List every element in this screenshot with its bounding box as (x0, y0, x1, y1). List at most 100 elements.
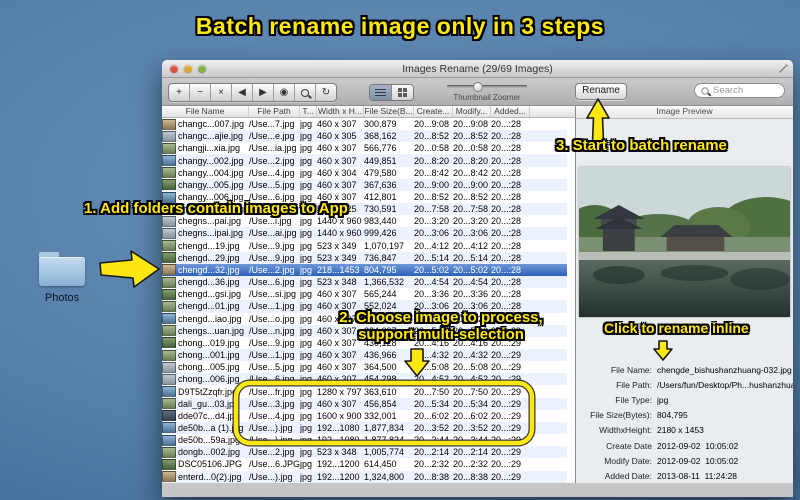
column-header[interactable]: T... (300, 106, 317, 117)
table-row[interactable]: chong...001.jpg/Use...1.jpg jpg 460 x 307 4… (162, 348, 567, 362)
column-header[interactable]: Create... (414, 106, 453, 117)
cell-added: 20...:29 (491, 386, 522, 397)
info-row[interactable]: File Type: jpg (576, 392, 793, 407)
cell-added: 20...:28 (491, 192, 522, 203)
info-row[interactable]: WidthxHeight: 2180 x 1453 (576, 423, 793, 438)
table-row[interactable]: chegns...pai.jpg/Use...i.jpg jpg 1440 x 96… (162, 215, 567, 227)
table-row[interactable]: chengd...29.jpg/Use...9.jpg jpg 523 x 349 7… (162, 251, 567, 264)
cell-type: jpg (300, 228, 313, 239)
zoomer-slider-track[interactable] (447, 81, 527, 92)
cell-added: 20...:29 (491, 398, 522, 409)
rename-button[interactable]: Rename (575, 83, 627, 100)
info-row[interactable]: Create Date 2012-09-02 10:05:02 (576, 438, 793, 453)
forward-button[interactable]: ▶ (253, 84, 274, 101)
info-row[interactable]: Modify Date: 2012-09-02 10:05:02 (576, 453, 793, 468)
cell-modify: 20...3:20 (453, 216, 489, 227)
cell-path: /Use...ia.jpg (249, 143, 297, 154)
grid-view-button[interactable] (391, 85, 413, 100)
table-row[interactable]: chengd...19.jpg/Use...9.jpg jpg 523 x 349 1… (162, 240, 567, 252)
list-view-button[interactable] (370, 85, 391, 100)
resize-icon[interactable] (779, 64, 788, 73)
cell-modify: 20...2:32 (453, 459, 489, 470)
cell-name: DSC05106.JPG (178, 459, 243, 470)
table-row[interactable]: D9T5tZzqfr.jpg/Use...fr.jpg jpg 1280 x 797… (162, 385, 567, 398)
info-row[interactable]: Added Date: 2013-08-11 11:24:28 (576, 468, 793, 483)
info-row[interactable]: File Path: /Users/fun/Desktop/Ph...hushan… (576, 377, 793, 392)
cell-path: /Use...6.jpg (249, 277, 295, 288)
cell-type: jpg (300, 240, 313, 251)
table-row[interactable]: chong...006.jpg/Use...6.jpg jpg 460 x 307 4… (162, 373, 567, 386)
cell-type: jpg (300, 289, 313, 300)
table-row[interactable]: changc...ajie.jpg/Use...e.jpg jpg 460 x 30… (162, 130, 567, 143)
photos-folder[interactable]: Photos (36, 252, 88, 304)
table-row[interactable]: chegns...ipai.jpg/Use...ai.jpg jpg 1440 x … (162, 227, 567, 240)
cell-path: /Use...ai.jpg (249, 228, 297, 239)
cell-path: /Use...2.jpg (249, 155, 295, 166)
table-row[interactable]: chengd...gsi.jpg/Use...si.jpg jpg 460 x 30… (162, 288, 567, 300)
info-row[interactable]: File Size(Bytes): 804,795 (576, 408, 793, 423)
table-row[interactable]: chong...005.jpg/Use...5.jpg jpg 460 x 307 3… (162, 361, 567, 373)
cell-modify: 20...6:02 (453, 410, 489, 421)
search-tool-button[interactable] (295, 84, 316, 101)
table-row[interactable]: de50b...a (1).jpg/Use...).jpg jpg 192...10… (162, 421, 567, 435)
main-content: File Name File Path T... Width x H... File S… (162, 106, 793, 483)
table-row[interactable]: de50b...59a.jpg/Use...).jpg jpg 192...1080… (162, 434, 567, 446)
table-row[interactable]: changy...005.jpg/Use...5.jpg jpg 460 x 307… (162, 178, 567, 191)
cell-path: /Use...5.jpg (249, 362, 295, 373)
remove-button[interactable]: − (190, 84, 211, 101)
thumbnail (162, 264, 176, 276)
add-button[interactable]: + (169, 84, 190, 101)
table-row[interactable]: enterd...0(2).jpg/Use...).jpg jpg 192...12… (162, 470, 567, 483)
table-row[interactable]: dali_gu...03.jpg/Use...3.jpg jpg 460 x 307… (162, 397, 567, 410)
table-row[interactable]: changji...xia.jpg/Use...ia.jpg jpg 460 x 3… (162, 142, 567, 154)
cell-added: 20...:28 (491, 179, 522, 190)
column-header[interactable]: File Name (162, 106, 249, 117)
cell-modify: 20...7:58 (453, 204, 489, 215)
column-header[interactable]: Modify... (453, 106, 491, 117)
back-button[interactable]: ◀ (232, 84, 253, 101)
cell-size: 736,847 (364, 252, 397, 263)
column-header[interactable]: File Size(B... (364, 106, 414, 117)
step2-annotation: 2. Choose image to process, support mult… (339, 309, 543, 343)
cell-size: 566,776 (364, 143, 397, 154)
zoomer-slider-thumb[interactable] (473, 81, 483, 92)
table-row[interactable]: DSC05106.JPG/Use...6.JPG jpg 192...1200 614… (162, 458, 567, 470)
cell-type: jpg (300, 362, 313, 373)
cell-modify: 20...2:14 (453, 447, 489, 458)
cell-create: 20...6:02 (414, 410, 450, 421)
cell-name: de50b...a (1).jpg (178, 422, 244, 433)
cell-size: 454,298 (364, 374, 397, 385)
search-field[interactable]: Search (694, 83, 785, 98)
cell-dims: 192...1200 (317, 471, 360, 482)
table-row[interactable]: changy...002.jpg/Use...2.jpg jpg 460 x 307… (162, 154, 567, 167)
delete-button[interactable]: × (211, 84, 232, 101)
table-row[interactable]: dongb...002.jpg/Use...2.jpg jpg 523 x 348 1… (162, 446, 567, 459)
info-label: File Size(Bytes): (590, 410, 652, 421)
refresh-button[interactable]: ↻ (316, 84, 336, 101)
thumbnail (162, 434, 176, 446)
cell-type: jpg (300, 277, 313, 288)
cell-create: 20...5:02 (414, 264, 450, 275)
info-row[interactable]: File Name: chengde_bishushanzhuang-032.jp… (576, 362, 793, 377)
column-header[interactable]: Width x H... (317, 106, 364, 117)
table-row[interactable]: dde07c...d4.jpg/Use...4.jpg jpg 1600 x 900… (162, 410, 567, 422)
table-row[interactable]: chengd...36.jpg/Use...6.jpg jpg 523 x 348 1… (162, 276, 567, 289)
table-row[interactable]: chengd...32.jpg/Use...2.jpg jpg 218...1453… (162, 263, 567, 277)
magnifier-icon (301, 88, 309, 97)
cell-dims: 460 x 307 (317, 119, 357, 130)
preview-button[interactable]: ◉ (274, 84, 295, 101)
cell-create: 20...4:54 (414, 277, 450, 288)
cell-added: 20...:28 (491, 155, 522, 166)
table-row[interactable]: changy...004.jpg/Use...4.jpg jpg 460 x 304… (162, 167, 567, 179)
column-header[interactable]: File Path (249, 106, 300, 117)
thumbnail (162, 313, 176, 325)
info-value: 2013-08-11 11:24:28 (657, 470, 738, 481)
title-bar[interactable]: Images Rename (29/69 Images) (162, 60, 793, 78)
window-title: Images Rename (29/69 Images) (402, 63, 553, 75)
cell-size: 436,966 (364, 350, 397, 361)
column-header[interactable]: Added... (491, 106, 530, 117)
info-label: Added Date: (604, 470, 652, 481)
table-row[interactable]: changc...007.jpg/Use...7.jpg jpg 460 x 307… (162, 118, 567, 130)
cell-name: chengd...gsi.jpg (178, 289, 242, 300)
cell-name: dde07c...d4.jpg (178, 410, 240, 421)
